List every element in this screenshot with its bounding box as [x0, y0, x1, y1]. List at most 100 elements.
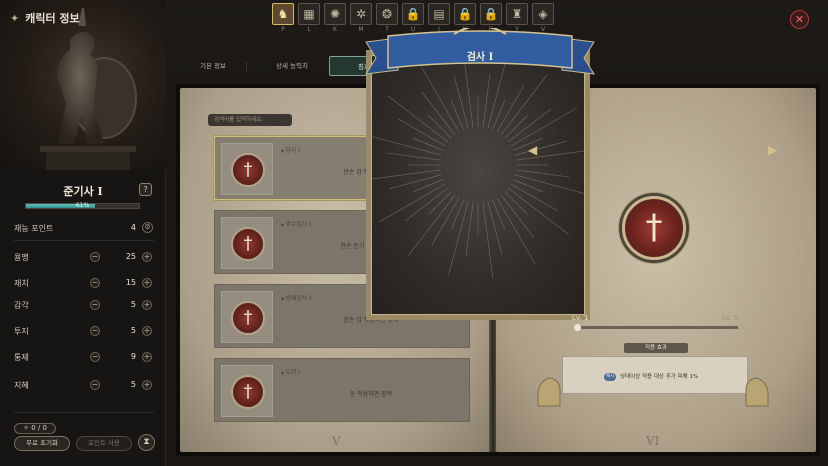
close-button[interactable]: ✕ — [790, 10, 809, 29]
stat-increase-button[interactable]: + — [142, 278, 152, 288]
lion-statue-right-icon — [745, 377, 769, 407]
gem-icon: ◈ — [532, 3, 554, 25]
stat-label: 재치 — [14, 279, 29, 288]
compass-icon: ✺ — [324, 3, 346, 25]
title-thumbnail — [221, 217, 273, 269]
talent-points-value: 4 — [130, 223, 136, 232]
talent-points-label: 재능 포인트 — [14, 224, 54, 233]
tab-detailed-stats[interactable]: 상세 능력치 — [254, 56, 330, 76]
stat-decrease-button[interactable]: − — [90, 380, 100, 390]
title-item-name: 쌍수검사 I — [281, 219, 311, 228]
stat-value: 5 — [130, 300, 136, 309]
stat-row: 용맹 − 25 + — [14, 250, 154, 264]
use-points-button[interactable]: 포인트 사용 — [76, 436, 132, 451]
tab-separator — [246, 62, 247, 71]
title-thumbnail — [221, 143, 273, 195]
title-showcase-frame — [366, 50, 590, 320]
menu-icon-slot[interactable]: ✺ K — [324, 3, 346, 35]
tab-basic-info[interactable]: 기본 정보 — [188, 56, 238, 76]
stat-decrease-button[interactable]: − — [90, 352, 100, 362]
right-page-number: VI — [646, 434, 660, 448]
level-start-label: Lv. 1 — [572, 314, 589, 322]
reset-counter: ✧ 0 / 0 — [14, 423, 56, 434]
effect-description: 상태이상 적용 대상 추가 피해 1% — [620, 374, 699, 380]
portrait-icon: ♞ — [272, 3, 294, 25]
stat-row: 감각 − 5 + — [14, 298, 154, 312]
level-slider-knob[interactable] — [574, 324, 581, 331]
lion-statue-left-icon — [537, 377, 561, 407]
emblem-icon: ✲ — [350, 3, 372, 25]
stat-row: 투지 − 5 + — [14, 324, 154, 338]
lock-icon: 🔒 — [480, 3, 502, 25]
stat-decrease-button[interactable]: − — [90, 278, 100, 288]
stat-increase-button[interactable]: + — [142, 252, 152, 262]
stat-decrease-button[interactable]: − — [90, 326, 100, 336]
close-x-icon: ✕ — [794, 13, 805, 26]
lock-icon: 🔒 — [402, 3, 424, 25]
hourglass-icon: ⧗ — [143, 437, 150, 447]
title-item-condition: 둔 착용하면 장착 — [349, 391, 393, 398]
xp-progress-text: 61% — [75, 202, 90, 209]
stat-increase-button[interactable]: + — [142, 380, 152, 390]
free-reset-button[interactable]: 무료 초기화 — [14, 436, 70, 451]
next-title-arrow[interactable]: ▶ — [768, 143, 777, 157]
stat-label: 투지 — [14, 327, 29, 336]
stat-value: 25 — [125, 252, 136, 261]
map-icon: ▦ — [298, 3, 320, 25]
stat-increase-button[interactable]: + — [142, 326, 152, 336]
crest-icon: ❂ — [376, 3, 398, 25]
hotkey-label: P — [281, 26, 285, 33]
title-item-name: 방패검사 I — [281, 293, 311, 302]
stat-decrease-button[interactable]: − — [90, 300, 100, 310]
title-name: 검사 I — [466, 52, 494, 63]
sword-medal-icon — [231, 153, 265, 187]
rank-row: 준기사 I ? — [0, 183, 166, 199]
passive-chip: 패시 — [604, 373, 616, 381]
title-thumbnail — [221, 291, 273, 343]
book-icon: ▤ — [428, 3, 450, 25]
stat-label: 지혜 — [14, 381, 29, 390]
stat-value: 15 — [125, 278, 136, 287]
window-title-bar: ✦ 캐릭터 정보 — [0, 0, 166, 36]
stat-label: 용맹 — [14, 253, 29, 262]
xp-progress-bar: 61% — [25, 203, 140, 209]
stat-increase-button[interactable]: + — [142, 352, 152, 362]
title-list-item[interactable]: 도끼 I 둔 착용하면 장착 — [214, 358, 470, 422]
divider — [14, 412, 154, 413]
lock-icon: 🔒 — [454, 3, 476, 25]
stat-increase-button[interactable]: + — [142, 300, 152, 310]
stat-row: 통제 − 9 + — [14, 350, 154, 364]
talent-points-row: 재능 포인트 4 ⚙ — [14, 221, 154, 235]
settings-icon[interactable]: ⚙ — [142, 222, 153, 233]
title-item-name: 도끼 I — [281, 367, 300, 376]
title-thumbnail — [221, 365, 273, 417]
sword-medal-icon — [231, 227, 265, 261]
title-item-name: 검사 I — [281, 145, 300, 154]
window-title: 캐릭터 정보 — [25, 12, 80, 25]
menu-icon-slot[interactable]: ♞ P — [272, 3, 294, 35]
reset-counter-value: 0 / 0 — [31, 424, 47, 432]
shield-crest-icon: ♜ — [506, 3, 528, 25]
compass-star-icon: ✦ — [10, 11, 20, 25]
stat-value: 9 — [130, 352, 136, 361]
character-panel: ✦ 캐릭터 정보 준기사 I ? 61% 재능 포인트 4 ⚙ 용맹 − 25 + 재치… — [0, 0, 166, 466]
light-rays — [371, 55, 585, 279]
help-button[interactable]: ? — [139, 183, 152, 196]
sword-medal-icon — [231, 301, 265, 335]
stat-row: 지혜 − 5 + — [14, 378, 154, 392]
stat-value: 5 — [130, 380, 136, 389]
level-slider-track — [574, 326, 738, 329]
left-page-number: V — [332, 434, 341, 448]
hotkey-label: K — [333, 26, 337, 33]
hourglass-button[interactable]: ⧗ — [138, 434, 155, 451]
prev-title-arrow[interactable]: ◀ — [528, 143, 537, 157]
sword-medal-icon — [231, 375, 265, 409]
feather-icon: ✧ — [23, 424, 32, 432]
search-input[interactable]: 검색어를 입력하세요. — [208, 114, 292, 126]
level-end-label: Lv. 5 — [722, 314, 739, 322]
effect-title: 적용 효과 — [624, 343, 688, 353]
stat-label: 감각 — [14, 301, 29, 310]
stat-decrease-button[interactable]: − — [90, 252, 100, 262]
menu-icon-slot[interactable]: ▦ L — [298, 3, 320, 35]
stat-label: 통제 — [14, 353, 29, 362]
